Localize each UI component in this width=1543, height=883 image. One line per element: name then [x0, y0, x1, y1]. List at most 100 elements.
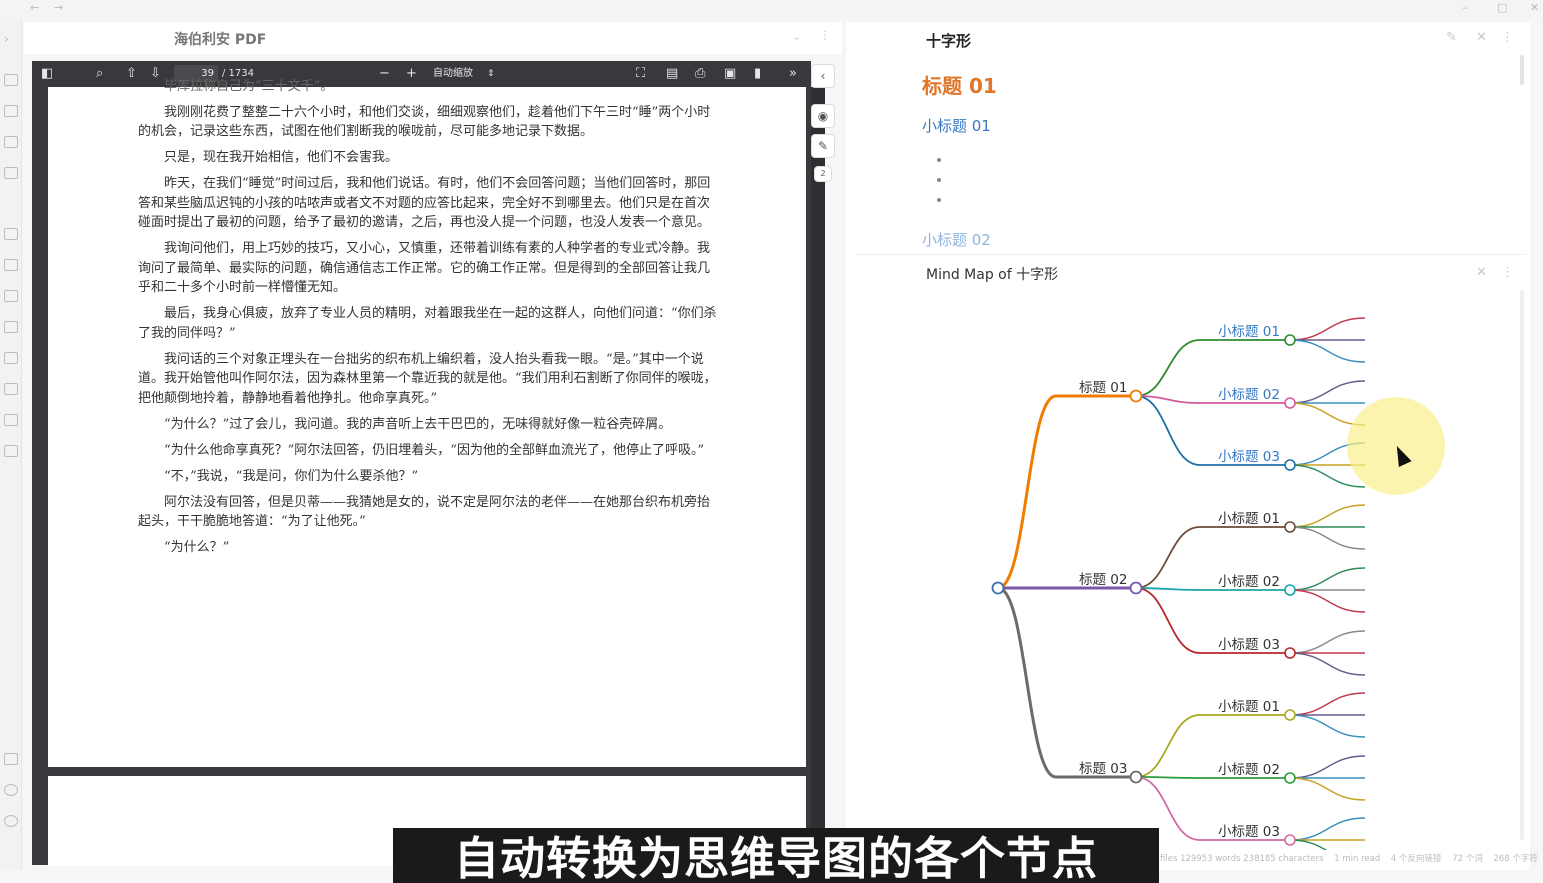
minimize-icon[interactable]: –: [1462, 1, 1468, 14]
pdf-paragraph: “为什么他命享真死？”阿尔法回答，仍旧埋着头，“因为他的全部鲜血流光了，他停止了…: [164, 442, 705, 458]
puzzle-icon[interactable]: [4, 383, 18, 395]
pdf-page-text: 毕库拉称自己为“三十文千”。 我刚刚花费了整整二十六个小时，和他们交谈，细细观察…: [138, 79, 720, 564]
mindmap-child-edge: [1135, 395, 1201, 466]
pdf-paragraph: 只是，现在我开始相信，他们不会害我。: [164, 150, 399, 165]
pdf-paragraph: 我询问他们，用上巧妙的技巧，又小心，又慎重，还带着训练有素的人种学者的专业式冷静…: [138, 241, 711, 295]
pdf-paragraph: 最后，我身心俱疲，放弃了专业人员的精明，对着跟我坐在一起的这群人，向他们问道：“…: [138, 306, 717, 341]
status-file-stats: files 129953 words 238185 characters: [1160, 854, 1324, 864]
pdf-partial-line: 毕库拉称自己为“三十文千”。: [164, 79, 334, 94]
mindmap-leaf-edge: [1289, 380, 1366, 404]
back-arrow-icon[interactable]: ←: [30, 1, 39, 14]
code-icon[interactable]: [4, 74, 18, 86]
save-icon[interactable]: ▣: [724, 65, 736, 83]
pdf-paragraph: 我问话的三个对象正埋头在一台拙劣的织布机上编织着，没人抬头看我一眼。“是。”其中…: [138, 351, 717, 406]
pdf-paragraph: “不，”我说，“我是问，你们为什么要杀他？”: [164, 468, 419, 484]
pdf-paragraph: “为什么？”过了会儿，我问道。我的声音听上去干巴巴的，无味得就好像一粒谷壳碎屑。: [164, 416, 672, 432]
mindmap-node-label[interactable]: 小标题 01: [1218, 511, 1280, 527]
mindmap-leaf-edge: [1289, 817, 1366, 841]
mindmap-scrollbar[interactable]: [1520, 290, 1524, 840]
mindmap-child-edge: [1135, 587, 1201, 654]
note-icon[interactable]: ✎: [811, 134, 835, 158]
mindmap-node-dot: [1284, 521, 1296, 533]
bullet-point: [937, 198, 941, 202]
mindmap-child-edge: [1135, 776, 1201, 779]
window-titlebar: ← → – □ ✕: [0, 0, 1543, 18]
side-icon-strip: ‹ ◉ ✎ 2: [811, 62, 837, 202]
mindmap-leaf-edge: [1289, 692, 1366, 716]
mindmap-node-label[interactable]: 标题 02: [1079, 572, 1127, 588]
note-scrollbar[interactable]: [1520, 55, 1524, 85]
expand-icon[interactable]: ›: [4, 32, 18, 46]
mindmap-node-label[interactable]: 小标题 02: [1218, 574, 1280, 590]
search-icon[interactable]: ⌕: [96, 65, 103, 83]
mindmap-leaf-edge: [1289, 714, 1366, 738]
previous-page-icon[interactable]: ⇧: [126, 65, 137, 83]
mindmap-leaf-edge: [1289, 526, 1366, 550]
mindmap-root-dot: [991, 581, 1005, 595]
pdf-scrollbar[interactable]: [811, 87, 825, 865]
chevron-down-icon[interactable]: ⌄: [792, 30, 801, 43]
brush-icon[interactable]: [4, 136, 18, 148]
mindmap-leaf-edge: [1289, 630, 1366, 654]
mindmap-more-icon[interactable]: ⋮: [1501, 265, 1514, 280]
collapse-chevron-icon[interactable]: ‹: [811, 64, 835, 88]
copy-icon[interactable]: [4, 321, 18, 333]
inbox-icon[interactable]: [4, 167, 18, 179]
mindmap-leaf-edge: [1289, 777, 1366, 801]
more-tools-button[interactable]: »: [789, 65, 797, 83]
mindmap-node-dot: [1284, 647, 1296, 659]
mindmap-leaf-edge: [1289, 317, 1366, 341]
mindmap-node-dot: [1284, 334, 1296, 346]
mindmap-node-label[interactable]: 小标题 02: [1218, 762, 1280, 778]
close-icon[interactable]: ✕: [1530, 1, 1539, 14]
vault-icon[interactable]: [4, 753, 18, 765]
mindmap-node-dot: [1129, 770, 1143, 784]
forward-arrow-icon[interactable]: →: [54, 1, 63, 14]
document-icon[interactable]: [4, 228, 18, 240]
mindmap-leaf-edge: [1289, 567, 1366, 591]
close-mindmap-icon[interactable]: ✕: [1476, 265, 1487, 280]
grid-icon[interactable]: [4, 445, 18, 457]
mindmap-node-label[interactable]: 小标题 03: [1218, 449, 1280, 465]
close-note-icon[interactable]: ✕: [1476, 30, 1487, 45]
edit-pencil-icon[interactable]: ✎: [1446, 30, 1457, 45]
pdf-paragraph: “为什么？”: [164, 540, 230, 555]
maximize-icon[interactable]: □: [1497, 1, 1507, 14]
mindmap-node-label[interactable]: 小标题 02: [1218, 387, 1280, 403]
mindmap-leaf-edge: [1289, 504, 1366, 528]
eye-icon[interactable]: ◉: [811, 104, 835, 128]
mindmap-leaf-edge: [1289, 339, 1366, 363]
mindmap-node-label[interactable]: 小标题 03: [1218, 637, 1280, 653]
mindmap-node-dot: [1284, 772, 1296, 784]
mindmap-child-edge: [1135, 526, 1201, 589]
chart-icon[interactable]: [4, 414, 18, 426]
mindmap-node-label[interactable]: 小标题 01: [1218, 699, 1280, 715]
mindmap-leaf-edge: [1289, 839, 1328, 850]
bookmark-icon[interactable]: ▮: [754, 65, 761, 83]
table-icon[interactable]: [4, 105, 18, 117]
mindmap-node-dot: [1284, 397, 1296, 409]
settings-gear-icon[interactable]: [4, 815, 18, 827]
mindmap-node-label[interactable]: 小标题 01: [1218, 324, 1280, 340]
more-options-icon[interactable]: ⋮: [819, 28, 831, 42]
graph-icon[interactable]: [4, 259, 18, 271]
help-icon[interactable]: [4, 784, 18, 796]
heading-1: 标题 01: [922, 74, 997, 98]
mindmap-node-label[interactable]: 标题 01: [1079, 380, 1127, 396]
calendar-icon[interactable]: [4, 290, 18, 302]
count-badge: 2: [814, 166, 832, 182]
status-backlinks[interactable]: 4 个反向链接: [1391, 854, 1442, 864]
mindmap-node-dot: [1284, 834, 1296, 846]
pdf-paragraph: 我刚刚花费了整整二十六个小时，和他们交谈，细细观察他们，趁着他们下午三时“睡”两…: [138, 104, 711, 140]
sidebar-toggle-icon[interactable]: ◧: [41, 65, 53, 83]
mindmap-canvas[interactable]: 标题 01 小标题 01 小标题 02 小标题 03 标题 02 小标题 01 小标题 02…: [846, 290, 1386, 850]
note-more-icon[interactable]: ⋮: [1501, 30, 1514, 45]
pdf-page: 毕库拉称自己为“三十文千”。 我刚刚花费了整整二十六个小时，和他们交谈，细细观察…: [48, 79, 806, 767]
mindmap-node-label[interactable]: 标题 03: [1079, 761, 1127, 777]
mindmap-node-label[interactable]: 小标题 03: [1218, 824, 1280, 840]
status-bar: files 129953 words 238185 characters 1 m…: [1160, 852, 1543, 866]
status-read-time: 1 min read: [1334, 854, 1381, 864]
layers-icon[interactable]: [4, 352, 18, 364]
video-subtitle: 自动转换为思维导图的各个节点: [393, 828, 1159, 883]
heading-2: 小标题 01: [922, 117, 991, 135]
